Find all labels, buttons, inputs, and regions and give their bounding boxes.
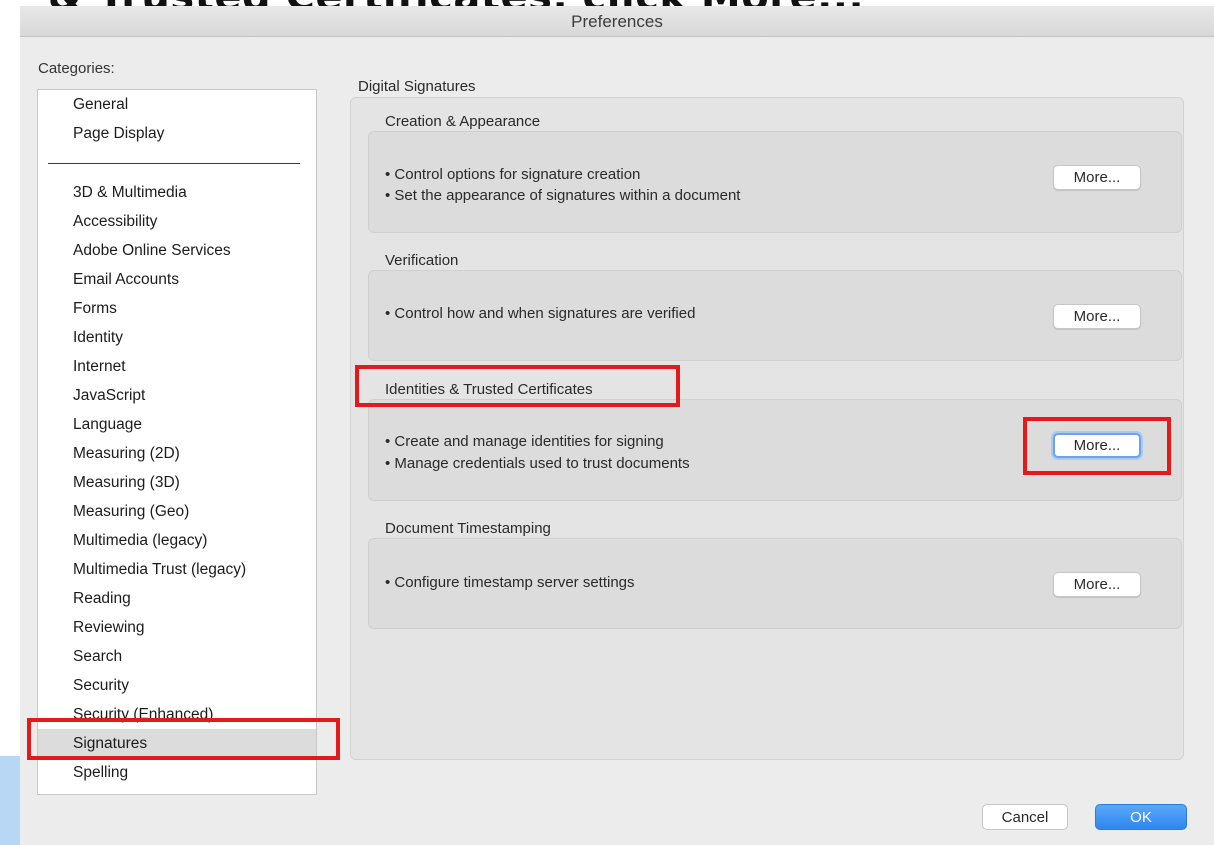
section-title-creation-appearance: Creation & Appearance [385, 113, 541, 130]
category-item-multimedia-legacy[interactable]: Multimedia (legacy) [38, 526, 316, 555]
cancel-button[interactable]: Cancel [982, 804, 1068, 830]
title-bar[interactable]: Preferences [20, 6, 1214, 37]
background-accent [0, 756, 20, 845]
window-title: Preferences [571, 12, 663, 31]
digital-signatures-title: Digital Signatures [358, 78, 476, 95]
category-divider [48, 163, 300, 164]
category-item-spelling[interactable]: Spelling [38, 758, 316, 787]
bullet-text: • Set the appearance of signatures withi… [385, 187, 741, 204]
highlight-box-identities-title [355, 365, 680, 407]
category-item-adobe-online-services[interactable]: Adobe Online Services [38, 236, 316, 265]
bullet-text: • Control options for signature creation [385, 166, 641, 183]
category-item-measuring-geo[interactable]: Measuring (Geo) [38, 497, 316, 526]
category-item-language[interactable]: Language [38, 410, 316, 439]
category-item-forms[interactable]: Forms [38, 294, 316, 323]
bullet-text: • Configure timestamp server settings [385, 574, 635, 591]
bullet-text: • Create and manage identities for signi… [385, 433, 664, 450]
category-item-page-display[interactable]: Page Display [38, 119, 316, 148]
category-item-3d-multimedia[interactable]: 3D & Multimedia [38, 178, 316, 207]
category-item-internet[interactable]: Internet [38, 352, 316, 381]
section-title-document-timestamping: Document Timestamping [385, 520, 551, 537]
verification-more-button[interactable]: More... [1053, 304, 1141, 329]
category-item-accessibility[interactable]: Accessibility [38, 207, 316, 236]
document-timestamping-more-button[interactable]: More... [1053, 572, 1141, 597]
categories-label: Categories: [38, 60, 115, 77]
section-title-verification: Verification [385, 252, 459, 269]
category-item-tracker[interactable]: Tracker [38, 787, 316, 794]
highlight-box-more-button [1023, 417, 1171, 475]
category-item-search[interactable]: Search [38, 642, 316, 671]
category-item-email-accounts[interactable]: Email Accounts [38, 265, 316, 294]
creation-appearance-more-button[interactable]: More... [1053, 165, 1141, 190]
category-item-javascript[interactable]: JavaScript [38, 381, 316, 410]
bullet-text: • Manage credentials used to trust docum… [385, 455, 690, 472]
category-item-general[interactable]: General [38, 90, 316, 119]
ok-button[interactable]: OK [1095, 804, 1187, 830]
categories-list[interactable]: General Page Display 3D & Multimedia Acc… [37, 89, 317, 795]
category-item-identity[interactable]: Identity [38, 323, 316, 352]
category-item-measuring-3d[interactable]: Measuring (3D) [38, 468, 316, 497]
category-item-measuring-2d[interactable]: Measuring (2D) [38, 439, 316, 468]
highlight-box-signatures-item [27, 718, 340, 760]
category-item-security[interactable]: Security [38, 671, 316, 700]
category-item-reading[interactable]: Reading [38, 584, 316, 613]
category-item-multimedia-trust-legacy[interactable]: Multimedia Trust (legacy) [38, 555, 316, 584]
bullet-text: • Control how and when signatures are ve… [385, 305, 696, 322]
category-item-reviewing[interactable]: Reviewing [38, 613, 316, 642]
